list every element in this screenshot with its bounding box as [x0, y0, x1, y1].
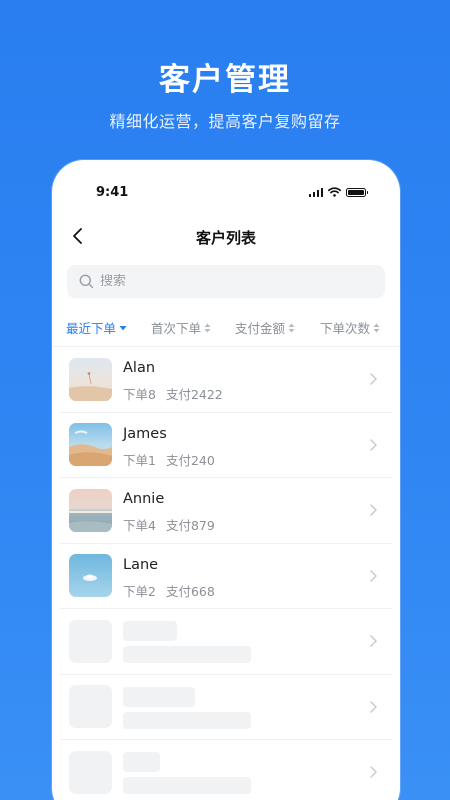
skeleton-row [60, 609, 392, 675]
search-bar[interactable] [67, 265, 385, 298]
status-icons [308, 187, 368, 197]
order-count: 下单4 [123, 518, 156, 533]
skeleton-line [123, 752, 160, 772]
chevron-right-icon [370, 504, 377, 516]
skeleton-line [123, 646, 251, 663]
skeleton-line [123, 711, 251, 729]
customer-list: Alan 下单8 支付2422 James 下单1 支付240 Annie 下单… [52, 347, 400, 800]
skeleton-row [60, 675, 392, 740]
sort-tab-label: 下单次数 [320, 321, 371, 336]
sort-tab-first-order[interactable]: 首次下单 [151, 318, 211, 337]
skeleton-line [123, 777, 251, 794]
customer-meta: 下单1 支付240 [123, 450, 215, 469]
paid-amount: 支付879 [165, 518, 215, 533]
sort-tab-label: 最近下单 [66, 321, 117, 336]
search-input[interactable] [100, 274, 360, 289]
skeleton-row [60, 740, 392, 800]
customer-avatar [69, 423, 112, 466]
sort-tab-paid-amount[interactable]: 支付金额 [235, 318, 295, 337]
order-count: 下单1 [123, 452, 156, 468]
promo-title: 客户管理 [159, 62, 291, 98]
customer-meta: 下单4 支付879 [123, 515, 215, 534]
caret-down-icon [119, 325, 127, 330]
customer-avatar [69, 488, 112, 532]
customer-row-lane[interactable]: Lane 下单2 支付668 [60, 544, 392, 609]
search-icon [79, 274, 94, 289]
paid-amount: 支付2422 [165, 387, 223, 402]
paid-amount: 支付240 [165, 452, 215, 468]
status-bar: 9:41 [52, 160, 400, 212]
skeleton-line [123, 686, 195, 707]
chevron-right-icon [370, 700, 377, 713]
chevron-right-icon [370, 569, 377, 582]
sort-arrows-icon [204, 323, 211, 332]
promo-subtitle: 精细化运营，提高客户复购留存 [109, 112, 341, 131]
page-title: 客户列表 [195, 229, 256, 247]
sort-tab-order-count[interactable]: 下单次数 [320, 318, 380, 337]
sort-arrows-icon [288, 323, 295, 332]
skeleton-avatar [69, 619, 112, 663]
customer-meta: 下单8 支付2422 [123, 384, 223, 403]
customer-row-james[interactable]: James 下单1 支付240 [60, 413, 392, 478]
phone-screen: 9:41 客户列表 最近下单 [52, 160, 400, 800]
chevron-left-icon[interactable] [68, 224, 90, 248]
customer-name: James [123, 425, 167, 442]
chevron-right-icon [370, 438, 377, 451]
status-time: 9:41 [96, 185, 129, 200]
customer-row-annie[interactable]: Annie 下单4 支付879 [60, 478, 392, 544]
customer-name: Alan [123, 360, 156, 376]
customer-avatar [69, 357, 112, 401]
order-count: 下单2 [123, 583, 156, 599]
chevron-right-icon [370, 373, 377, 385]
paid-amount: 支付668 [165, 583, 215, 599]
skeleton-line [123, 621, 177, 641]
signal-icon [308, 188, 323, 197]
customer-meta: 下单2 支付668 [123, 581, 215, 600]
chevron-right-icon [370, 635, 377, 647]
customer-name: Annie [123, 491, 165, 507]
skeleton-avatar [69, 750, 112, 794]
customer-name: Lane [123, 556, 159, 573]
sort-bar: 最近下单 首次下单 支付金额 下单次数 [52, 318, 400, 338]
sort-tab-label: 支付金额 [235, 321, 286, 336]
wifi-icon [328, 187, 341, 197]
battery-icon [346, 188, 368, 197]
sort-tab-recent-order[interactable]: 最近下单 [66, 318, 127, 337]
skeleton-avatar [69, 685, 112, 728]
chevron-right-icon [370, 766, 377, 778]
sort-tab-label: 首次下单 [151, 321, 202, 336]
nav-bar: 客户列表 [52, 222, 400, 250]
customer-row-alan[interactable]: Alan 下单8 支付2422 [60, 347, 392, 413]
customer-avatar [69, 554, 112, 597]
sort-arrows-icon [373, 323, 380, 332]
order-count: 下单8 [123, 387, 156, 402]
